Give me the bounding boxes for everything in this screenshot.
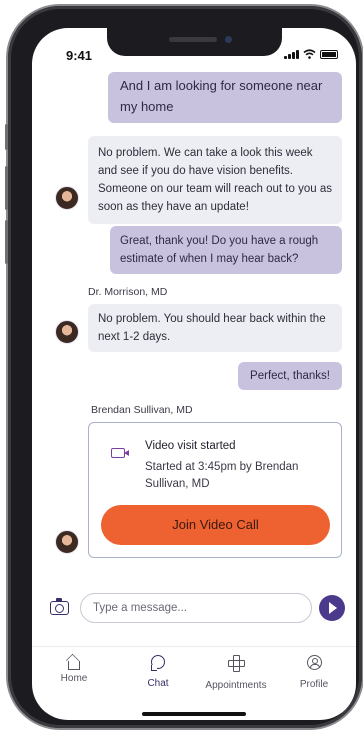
cross-icon	[228, 655, 245, 672]
phone-frame: 9:41 And I am looking for someone near m…	[5, 6, 362, 728]
sender-name: Brendan Sullivan, MD	[91, 404, 193, 416]
avatar	[55, 320, 79, 344]
notch-speaker	[169, 37, 217, 42]
video-card-title: Video visit started	[145, 440, 236, 452]
chat-icon	[151, 655, 165, 671]
message-composer	[32, 588, 356, 632]
tab-label: Appointments	[205, 680, 267, 691]
message-input[interactable]	[80, 593, 312, 623]
tab-chat[interactable]: Chat	[118, 655, 198, 689]
home-indicator	[142, 712, 246, 716]
message-text: Perfect, thanks!	[250, 370, 330, 382]
tab-label: Home	[60, 673, 88, 684]
video-visit-card: Video visit started Started at 3:45pm by…	[88, 422, 342, 558]
home-icon	[68, 661, 80, 670]
tab-profile[interactable]: Profile	[274, 655, 354, 690]
tab-label: Profile	[299, 679, 329, 690]
message-text: Great, thank you! Do you have a rough es…	[120, 235, 319, 265]
message-text: No problem. We can take a look this week…	[98, 147, 332, 213]
message-bubble-outgoing: Perfect, thanks!	[238, 362, 342, 390]
avatar	[55, 186, 79, 210]
camera-icon[interactable]	[50, 598, 69, 615]
phone-volume-down	[5, 220, 8, 264]
message-bubble-outgoing: Great, thank you! Do you have a rough es…	[110, 226, 342, 274]
app-screen: 9:41 And I am looking for someone near m…	[32, 28, 356, 720]
notch-camera	[225, 36, 232, 43]
video-camera-icon	[111, 448, 129, 458]
phone-volume-up	[5, 166, 8, 210]
wifi-icon	[303, 49, 316, 59]
message-bubble-incoming: No problem. We can take a look this week…	[88, 136, 342, 224]
signal-icon	[284, 50, 299, 59]
battery-icon	[320, 50, 338, 59]
message-bubble-incoming: No problem. You should hear back within …	[88, 304, 342, 352]
message-text: And I am looking for someone near my hom…	[120, 78, 323, 114]
tab-label: Chat	[147, 678, 169, 689]
message-bubble-outgoing: And I am looking for someone near my hom…	[108, 72, 342, 123]
video-card-subtitle: Started at 3:45pm by Brendan Sullivan, M…	[145, 461, 299, 490]
profile-icon	[306, 655, 322, 670]
join-video-call-button[interactable]: Join Video Call	[101, 505, 330, 545]
phone-side-button	[5, 124, 8, 150]
status-icons	[284, 49, 338, 59]
send-button[interactable]	[319, 595, 345, 621]
message-text: No problem. You should hear back within …	[98, 313, 326, 343]
bottom-tab-bar: Home Chat Appointments Profile	[32, 646, 356, 720]
tab-home[interactable]: Home	[34, 655, 114, 684]
tab-appointments[interactable]: Appointments	[196, 655, 276, 691]
status-time: 9:41	[66, 48, 93, 63]
avatar	[55, 530, 79, 554]
phone-notch	[107, 28, 282, 56]
sender-name: Dr. Morrison, MD	[88, 286, 168, 298]
